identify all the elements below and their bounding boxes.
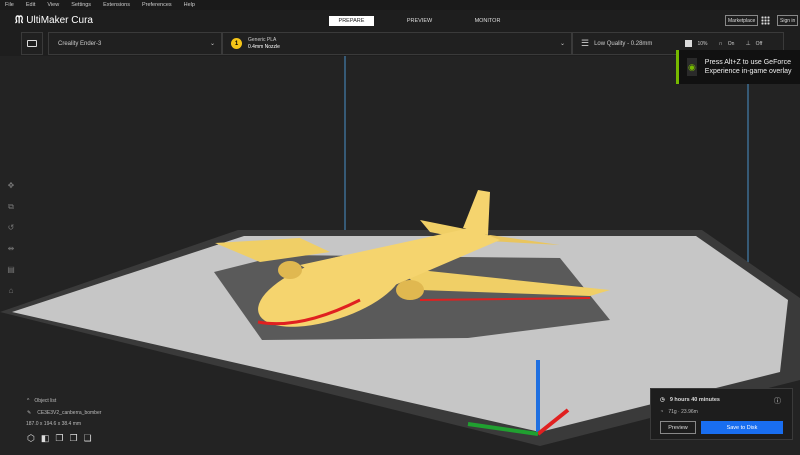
print-info-panel: ◷ 9 hours 40 minutes ⓘ ◔ 71g · 23.96m Prev… bbox=[650, 388, 793, 440]
left-view-icon[interactable]: ❐ bbox=[69, 433, 77, 444]
adhesion-icon: ⊥ bbox=[745, 41, 751, 47]
chevron-up-icon: ^ bbox=[27, 398, 30, 404]
front-view-icon[interactable]: ◧ bbox=[41, 433, 50, 444]
object-list: ^ Object list ✎ CE3E3V2_canberra_bomber 18… bbox=[26, 398, 102, 444]
print-time: 9 hours 40 minutes bbox=[669, 397, 720, 403]
sign-in-button[interactable]: Sign in bbox=[777, 15, 799, 26]
nvidia-logo-icon: ◉ bbox=[687, 58, 697, 76]
support-value: On bbox=[727, 40, 735, 47]
header: ᙏ UltiMaker Cura PREPARE PREVIEW MONITOR … bbox=[0, 10, 800, 32]
right-view-icon[interactable]: ❏ bbox=[84, 433, 92, 444]
save-to-disk-button[interactable]: Save to Disk bbox=[701, 421, 783, 434]
logo-icon: ᙏ bbox=[15, 15, 24, 26]
menu-help[interactable]: Help bbox=[184, 2, 195, 8]
material-usage: 71g · 23.96m bbox=[668, 409, 698, 415]
profile-name: Low Quality - 0.28mm bbox=[594, 40, 653, 47]
view-buttons: ⬡ ◧ ❐ ❐ ❏ bbox=[27, 433, 101, 444]
info-icon[interactable]: ⓘ bbox=[774, 396, 781, 406]
app-title: UltiMaker Cura bbox=[26, 15, 93, 26]
nozzle-size: 0.4mm Nozzle bbox=[248, 43, 280, 50]
marketplace-button[interactable]: Marketplace bbox=[725, 15, 759, 26]
object-dimensions: 187.0 x 194.6 x 38.4 mm bbox=[26, 421, 82, 427]
stage-tabs: PREPARE PREVIEW MONITOR bbox=[329, 16, 533, 26]
tool-panel: ✥ ⧉ ↺ ⇹ ▤ ⌂ bbox=[4, 178, 18, 298]
mirror-icon[interactable]: ⇹ bbox=[8, 244, 15, 256]
edit-pencil-icon[interactable]: ✎ bbox=[27, 410, 31, 416]
extruder-badge-icon: 1 bbox=[231, 38, 242, 49]
app-logo: ᙏ UltiMaker Cura bbox=[15, 15, 93, 26]
printer-selector[interactable]: Creality Ender-3 ⌄ bbox=[48, 32, 222, 55]
top-view-icon[interactable]: ❐ bbox=[55, 433, 63, 444]
menu-bar: File Edit View Settings Extensions Prefe… bbox=[0, 0, 800, 10]
chevron-down-icon: ⌄ bbox=[209, 41, 215, 47]
nvidia-overlay-toast: ◉ Press Alt+Z to use GeForce Experience … bbox=[676, 50, 800, 84]
settings-sliders-icon: ☰ bbox=[581, 38, 590, 48]
infill-icon bbox=[685, 40, 693, 47]
rotate-icon[interactable]: ↺ bbox=[8, 223, 15, 235]
toast-text: Press Alt+Z to use GeForce Experience in… bbox=[704, 59, 792, 75]
adhesion-value: Off bbox=[755, 40, 763, 47]
3d-view-icon[interactable]: ⬡ bbox=[27, 433, 35, 444]
material-spool-icon: ◔ bbox=[660, 409, 664, 415]
chevron-down-icon: ⌄ bbox=[559, 41, 565, 47]
menu-file[interactable]: File bbox=[5, 2, 14, 8]
tab-prepare[interactable]: PREPARE bbox=[329, 16, 374, 26]
support-blocker-icon[interactable]: ⌂ bbox=[9, 286, 14, 298]
tab-monitor[interactable]: MONITOR bbox=[465, 16, 510, 26]
support-icon: ∩ bbox=[718, 40, 723, 47]
per-model-settings-icon[interactable]: ▤ bbox=[7, 265, 15, 277]
menu-edit[interactable]: Edit bbox=[26, 2, 35, 8]
menu-extensions[interactable]: Extensions bbox=[103, 2, 130, 8]
preview-button[interactable]: Preview bbox=[660, 421, 696, 434]
menu-preferences[interactable]: Preferences bbox=[142, 2, 172, 8]
menu-settings[interactable]: Settings bbox=[71, 2, 91, 8]
material-name: Generic PLA bbox=[248, 36, 277, 43]
material-selector[interactable]: 1 Generic PLA 0.4mm Nozzle ⌄ bbox=[222, 32, 572, 55]
printer-name: Creality Ender-3 bbox=[58, 40, 102, 47]
tab-preview[interactable]: PREVIEW bbox=[397, 16, 442, 26]
folder-icon bbox=[27, 40, 37, 47]
open-file-button[interactable] bbox=[21, 32, 43, 55]
clock-icon: ◷ bbox=[660, 397, 665, 403]
move-icon[interactable]: ✥ bbox=[8, 181, 15, 193]
menu-view[interactable]: View bbox=[47, 2, 59, 8]
object-name: CE3E3V2_canberra_bomber bbox=[37, 410, 102, 416]
apps-grid-icon[interactable] bbox=[761, 16, 770, 25]
infill-value: 10% bbox=[697, 40, 708, 47]
object-list-label: Object list bbox=[34, 398, 57, 404]
object-list-toggle[interactable]: ^ Object list bbox=[27, 398, 101, 404]
scale-icon[interactable]: ⧉ bbox=[8, 202, 14, 214]
